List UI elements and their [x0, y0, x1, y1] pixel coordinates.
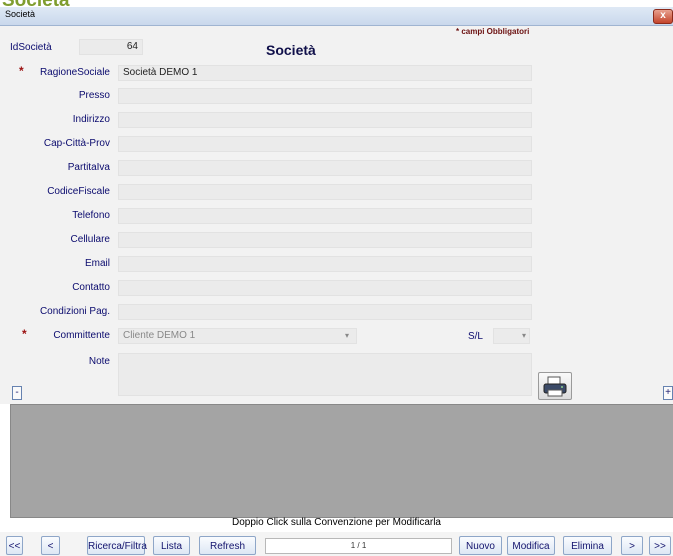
- list-button[interactable]: Lista: [153, 536, 190, 555]
- expand-button[interactable]: +: [663, 386, 673, 400]
- edit-button[interactable]: Modifica: [507, 536, 555, 555]
- print-button[interactable]: [538, 372, 572, 400]
- email-field[interactable]: [118, 256, 532, 272]
- cellulare-field[interactable]: [118, 232, 532, 248]
- close-icon: x: [660, 10, 666, 21]
- committente-select[interactable]: Cliente DEMO 1: [118, 328, 357, 344]
- label-cellulare: Cellulare: [70, 234, 110, 245]
- chevron-down-icon[interactable]: ▾: [345, 331, 349, 340]
- label-note: Note: [88, 356, 110, 367]
- last-record-button[interactable]: >>: [649, 536, 671, 555]
- telefono-field[interactable]: [118, 208, 532, 224]
- label-contatto: Contatto: [72, 282, 110, 293]
- indirizzo-field[interactable]: [118, 112, 532, 128]
- page-title: Società: [266, 42, 316, 58]
- prev-record-button[interactable]: <: [41, 536, 60, 555]
- label-ragione-sociale: RagioneSociale: [39, 67, 110, 78]
- next-record-button[interactable]: >: [621, 536, 643, 555]
- page-indicator: 1 / 1: [265, 538, 452, 554]
- close-button[interactable]: x: [653, 9, 673, 24]
- note-field[interactable]: [118, 353, 532, 396]
- label-committente: Committente: [53, 330, 110, 341]
- delete-button[interactable]: Elimina: [563, 536, 612, 555]
- required-note: * campi Obbligatori: [456, 27, 530, 36]
- label-email: Email: [84, 258, 110, 269]
- chevron-down-icon[interactable]: ▾: [522, 331, 526, 340]
- collapse-button[interactable]: -: [12, 386, 22, 400]
- label-indirizzo: Indirizzo: [72, 114, 110, 125]
- label-sl: S/L: [467, 331, 483, 342]
- label-presso: Presso: [78, 90, 110, 101]
- codice-fiscale-field[interactable]: [118, 184, 532, 200]
- cap-citta-prov-field[interactable]: [118, 136, 532, 152]
- label-partita-iva: PartitaIva: [67, 162, 110, 173]
- refresh-button[interactable]: Refresh: [199, 536, 256, 555]
- label-condizioni-pag: Condizioni Pag.: [39, 306, 110, 317]
- status-text: Doppio Click sulla Convenzione per Modif…: [232, 517, 441, 528]
- partita-iva-field[interactable]: [118, 160, 532, 176]
- presso-field[interactable]: [118, 88, 532, 104]
- first-record-button[interactable]: <<: [6, 536, 23, 555]
- window-titlebar: Società x: [0, 7, 673, 26]
- contatto-field[interactable]: [118, 280, 532, 296]
- printer-icon: [543, 376, 567, 397]
- id-label: IdSocietà: [10, 42, 52, 53]
- label-cap-citta-prov: Cap-Città-Prov: [43, 138, 110, 149]
- window-title: Società: [5, 9, 36, 19]
- search-filter-button[interactable]: Ricerca/Filtra: [87, 536, 147, 555]
- data-grid[interactable]: [10, 404, 673, 518]
- label-codice-fiscale: CodiceFiscale: [47, 186, 110, 197]
- condizioni-pag-field[interactable]: [118, 304, 532, 320]
- label-telefono: Telefono: [72, 210, 110, 221]
- new-button[interactable]: Nuovo: [459, 536, 502, 555]
- id-field[interactable]: 64: [79, 39, 143, 55]
- ragione-sociale-field[interactable]: Società DEMO 1: [118, 65, 532, 81]
